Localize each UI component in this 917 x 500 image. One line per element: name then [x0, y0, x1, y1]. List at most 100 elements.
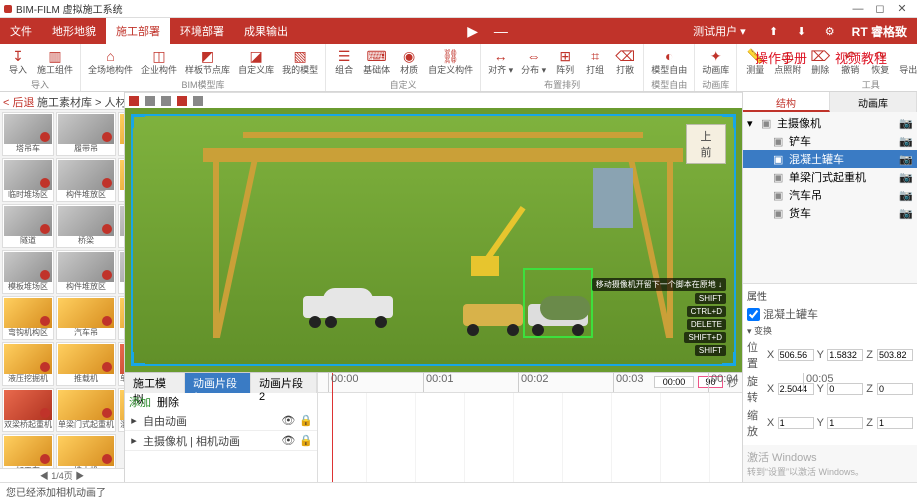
menu-item[interactable]: 环境部署 — [170, 18, 234, 44]
outline-node[interactable]: ▣汽车吊📷 — [743, 186, 917, 204]
outline-node[interactable]: ▣单梁门式起重机📷 — [743, 168, 917, 186]
right-panel-tab[interactable]: 动画库 — [830, 92, 917, 112]
timeline-add-button[interactable]: 添加 — [129, 394, 151, 410]
ribbon-button[interactable]: ◎点照附 — [771, 46, 804, 77]
asset-item[interactable]: 钢筋堆场区 — [118, 204, 124, 248]
asset-item[interactable]: 模板堆场区 — [2, 250, 54, 294]
camera-icon[interactable]: 📷 — [899, 153, 913, 166]
close-button[interactable]: ✕ — [891, 2, 913, 15]
prop-y-input[interactable] — [827, 417, 863, 429]
ribbon-button[interactable]: ✦动画库 — [699, 46, 732, 77]
time-current-input[interactable] — [654, 376, 694, 388]
ribbon-button[interactable]: 📏测量 — [741, 46, 769, 77]
ribbon-button[interactable]: ↷恢复 — [866, 46, 894, 77]
asset-item[interactable]: 构件堆放区 — [56, 250, 116, 294]
camera-icon[interactable]: 📷 — [899, 171, 913, 184]
asset-item[interactable]: 材料装配区 — [118, 250, 124, 294]
play-controls[interactable]: ▶ — — [467, 23, 514, 40]
asset-pager[interactable]: ◀ 1/4页 ▶ — [0, 468, 124, 482]
asset-item[interactable]: 液压挖掘机 — [2, 342, 54, 386]
ribbon-button[interactable]: ↧导入 — [4, 46, 32, 77]
menu-item[interactable]: 文件 — [0, 18, 42, 44]
maximize-button[interactable]: ◻ — [869, 2, 891, 15]
lock-icon[interactable]: 🔒 — [299, 434, 313, 447]
timeline-track[interactable]: ▸主摄像机 | 相机动画👁🔒 — [125, 431, 317, 451]
asset-item[interactable]: 隧道 — [2, 204, 54, 248]
view-cube[interactable]: 上 前 — [686, 124, 726, 164]
ribbon-button[interactable]: ◩样板节点库 — [182, 46, 233, 77]
asset-item[interactable]: 单梁门式起重机 — [56, 388, 116, 432]
asset-item[interactable]: 临时堆场区 — [2, 158, 54, 202]
menu-item[interactable]: 地形地貌 — [42, 18, 106, 44]
timeline-tab[interactable]: 动画片段1 — [185, 373, 251, 393]
ribbon-button[interactable]: ◐模型自由 — [648, 46, 690, 77]
ribbon-button[interactable]: ⌫打散 — [611, 46, 639, 77]
ribbon-button[interactable]: ◫企业构件 — [138, 46, 180, 77]
track-expand-icon[interactable]: ▸ — [129, 414, 139, 427]
ribbon-button[interactable]: ⇔分布 ▾ — [518, 46, 549, 77]
asset-item[interactable]: 塔吊车 — [2, 112, 54, 156]
camera-icon[interactable]: 📷 — [899, 117, 913, 130]
right-panel-tab[interactable]: 结构 — [743, 92, 830, 112]
camera-icon[interactable]: 📷 — [899, 189, 913, 202]
ribbon-button[interactable]: ↔对齐 ▾ — [485, 46, 516, 77]
ribbon-button[interactable]: ↶撤销 — [836, 46, 864, 77]
asset-item[interactable]: 推载机 — [56, 342, 116, 386]
asset-item[interactable]: 履带吊 — [56, 112, 116, 156]
ribbon-button[interactable]: ▥施工组件 — [34, 46, 76, 77]
track-expand-icon[interactable]: ▸ — [129, 434, 139, 447]
timeline-tab[interactable]: 动画片段2 — [251, 373, 317, 393]
prop-z-input[interactable] — [877, 417, 913, 429]
timeline-tab[interactable]: 施工模拟 — [125, 373, 185, 393]
asset-item[interactable]: 加工车 — [2, 434, 54, 468]
timeline-track[interactable]: ▸自由动画👁🔒 — [125, 411, 317, 431]
top-icon[interactable]: ⚙ — [820, 21, 840, 41]
prop-y-input[interactable] — [827, 349, 863, 361]
timeline-delete-button[interactable]: 删除 — [157, 394, 179, 410]
back-button[interactable]: < 后退 — [3, 97, 34, 109]
tool-chip[interactable] — [161, 96, 171, 106]
prop-z-input[interactable] — [877, 349, 913, 361]
lock-icon[interactable]: 🔒 — [299, 414, 313, 427]
menu-item[interactable]: 成果输出 — [234, 18, 298, 44]
eye-icon[interactable]: 👁 — [281, 414, 295, 427]
user-menu[interactable]: 测试用户 ▾ — [683, 23, 756, 39]
asset-item[interactable]: 混凝土搅拌机 — [118, 388, 124, 432]
outline-node[interactable]: ▣货车📷 — [743, 204, 917, 222]
tool-chip[interactable] — [129, 96, 139, 106]
eye-icon[interactable]: 👁 — [281, 434, 295, 447]
outline-node[interactable]: ▣混凝土罐车📷 — [743, 150, 917, 168]
ribbon-button[interactable]: ⌦删除 — [806, 46, 834, 77]
ribbon-button[interactable]: ⛓自定义构件 — [425, 46, 476, 77]
prop-z-input[interactable] — [877, 383, 913, 395]
asset-item[interactable]: 弯钩机构区 — [2, 296, 54, 340]
asset-item[interactable]: 桥梁 — [56, 204, 116, 248]
transform-header[interactable]: ▾ 变换 — [747, 324, 913, 337]
tool-chip[interactable] — [177, 96, 187, 106]
asset-item[interactable]: 构件堆放区 — [56, 158, 116, 202]
asset-item[interactable]: 推土机 — [56, 434, 116, 468]
prop-x-input[interactable] — [778, 417, 814, 429]
ribbon-button[interactable]: ⌨基础体 — [360, 46, 393, 77]
tool-chip[interactable] — [145, 96, 155, 106]
viewport-3d[interactable]: 上 前 移动摄像机开留下一个脚本在原地 ↓SHIFTCTRL+DDELETESH… — [131, 114, 736, 366]
asset-item[interactable]: 双梁桥起重机 — [2, 388, 54, 432]
tree-toggle-icon[interactable]: ▾ — [747, 117, 757, 130]
asset-item[interactable]: 货车 — [118, 296, 124, 340]
asset-item[interactable]: 加工车间区 — [118, 158, 124, 202]
tool-chip[interactable] — [193, 96, 203, 106]
ribbon-button[interactable]: ◪自定义库 — [235, 46, 277, 77]
minimize-button[interactable]: — — [847, 3, 869, 15]
asset-item[interactable]: 汽车吊 — [56, 296, 116, 340]
top-icon[interactable]: ⬇ — [792, 21, 812, 41]
prop-x-input[interactable] — [778, 349, 814, 361]
timeline-tracks-area[interactable] — [318, 393, 742, 482]
ribbon-button[interactable]: ☰组合 — [330, 46, 358, 77]
asset-item[interactable]: 装配生产区 — [118, 112, 124, 156]
asset-item[interactable]: 单梁桥起重机 — [118, 342, 124, 386]
menu-item[interactable]: 施工部署 — [106, 18, 170, 44]
ribbon-button[interactable]: ⌂全场地构件 — [85, 46, 136, 77]
top-icon[interactable]: ⬆ — [764, 21, 784, 41]
ribbon-button[interactable]: ⌗打组 — [581, 46, 609, 77]
ribbon-button[interactable]: ▧我的模型 — [279, 46, 321, 77]
